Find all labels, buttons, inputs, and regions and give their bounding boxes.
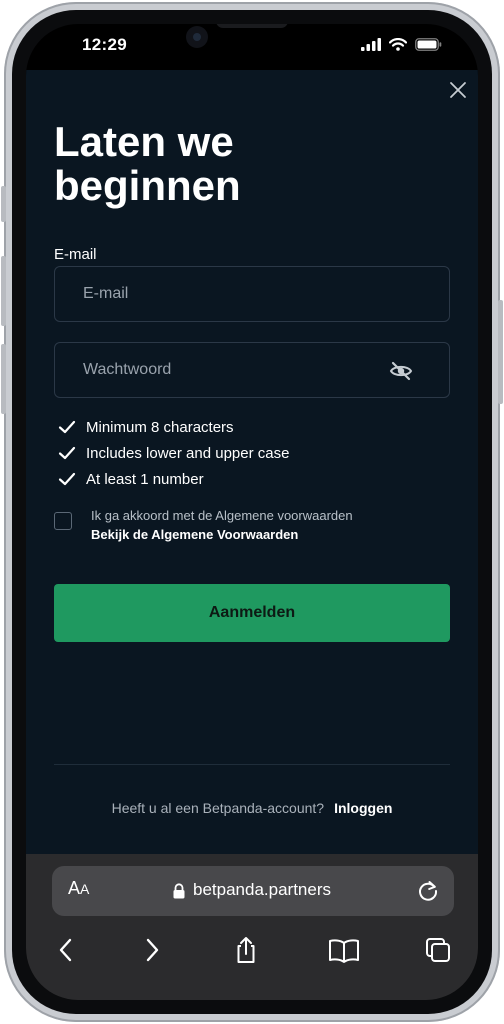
- terms-checkbox[interactable]: [54, 512, 72, 530]
- lock-icon: [173, 883, 185, 899]
- screen: 12:29 Laten we beginnen E-mail E-mail Mi…: [26, 24, 478, 1000]
- status-time: 12:29: [82, 35, 127, 54]
- terms-link[interactable]: Bekijk de Algemene Voorwaarden: [91, 527, 298, 542]
- check-icon: [58, 446, 76, 460]
- signup-button[interactable]: Aanmelden: [54, 584, 450, 642]
- check-icon: [58, 472, 76, 486]
- divider: [54, 764, 450, 765]
- login-prompt: Heeft u al een Betpanda-account? Inloggen: [26, 800, 478, 816]
- wifi-icon: [389, 38, 407, 51]
- bookmarks-icon[interactable]: [328, 936, 360, 964]
- reload-icon[interactable]: [416, 878, 440, 902]
- requirement-item: Minimum 8 characters: [58, 414, 438, 440]
- terms-agreement: Ik ga akkoord met de Algemene voorwaarde…: [54, 506, 450, 550]
- email-label: E-mail: [54, 246, 97, 263]
- text-size-large: A: [68, 878, 81, 898]
- text-size-small: A: [80, 881, 90, 897]
- browser-toolbar: [26, 932, 478, 968]
- signup-modal: Laten we beginnen E-mail Minimum 8 chara…: [26, 70, 478, 854]
- status-bar: 12:29: [26, 24, 478, 70]
- text-size-button[interactable]: AA: [68, 878, 89, 899]
- requirement-text: Includes lower and upper case: [86, 444, 290, 462]
- volume-up-button: [1, 256, 6, 326]
- login-question: Heeft u al een Betpanda-account?: [111, 800, 325, 816]
- status-icons: [361, 38, 442, 51]
- requirement-item: Includes lower and upper case: [58, 440, 438, 466]
- eye-slash-icon[interactable]: [389, 360, 413, 382]
- page-title: Laten we beginnen: [54, 118, 241, 209]
- email-field-box: [54, 266, 450, 322]
- check-icon: [58, 420, 76, 434]
- share-icon[interactable]: [232, 936, 260, 964]
- login-link[interactable]: Inloggen: [334, 800, 392, 816]
- forward-icon[interactable]: [138, 936, 166, 964]
- speaker-notch: [216, 24, 288, 28]
- battery-icon: [415, 38, 442, 51]
- browser-bar: AA betpanda.partners: [26, 854, 478, 1000]
- mute-switch: [1, 186, 6, 222]
- terms-text: Ik ga akkoord met de Algemene voorwaarde…: [91, 508, 353, 523]
- requirement-text: Minimum 8 characters: [86, 418, 234, 436]
- front-camera: [186, 26, 208, 48]
- address-bar[interactable]: AA betpanda.partners: [52, 866, 454, 916]
- password-requirements: Minimum 8 characters Includes lower and …: [58, 414, 438, 492]
- tabs-icon[interactable]: [424, 936, 452, 964]
- power-button: [498, 300, 503, 404]
- back-icon[interactable]: [52, 936, 80, 964]
- close-icon[interactable]: [448, 80, 468, 100]
- url-text: betpanda.partners: [193, 880, 331, 899]
- password-field-box: [54, 342, 450, 398]
- volume-down-button: [1, 344, 6, 414]
- password-field[interactable]: [83, 343, 403, 397]
- email-field[interactable]: [83, 267, 403, 321]
- cellular-signal-icon: [361, 38, 381, 51]
- requirement-item: At least 1 number: [58, 466, 438, 492]
- requirement-text: At least 1 number: [86, 470, 204, 488]
